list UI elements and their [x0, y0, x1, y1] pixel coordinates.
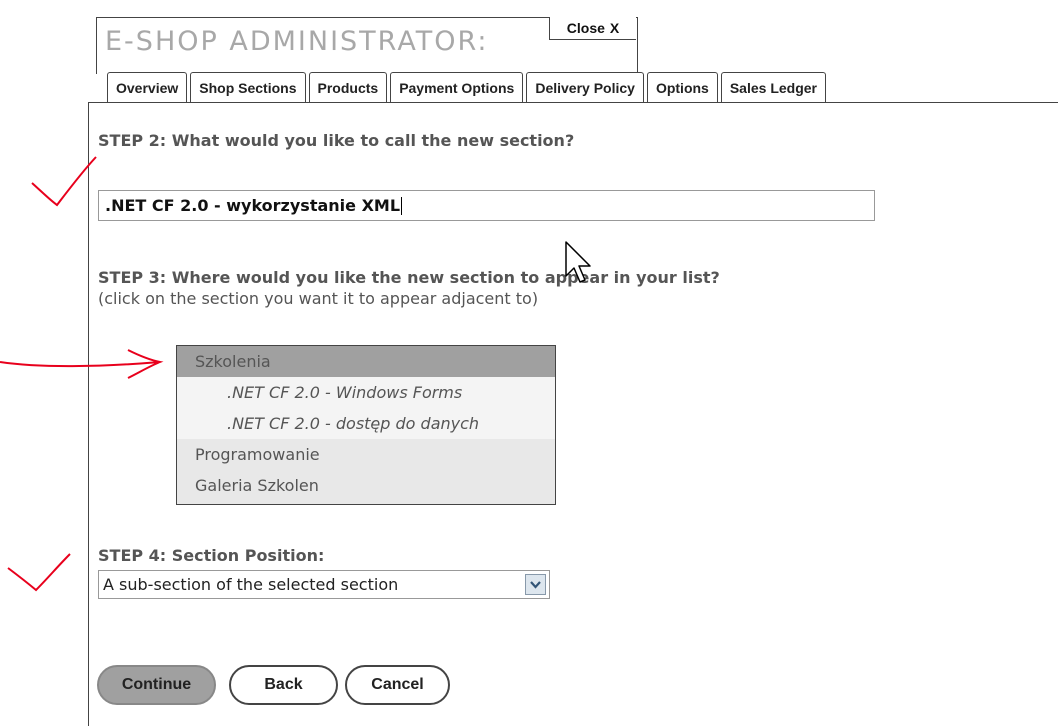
checkmark-icon — [31, 156, 97, 207]
arrow-icon — [0, 349, 164, 379]
checkmark-icon — [7, 553, 71, 592]
annotation-layer — [0, 156, 164, 592]
mouse-pointer-icon — [565, 241, 591, 283]
